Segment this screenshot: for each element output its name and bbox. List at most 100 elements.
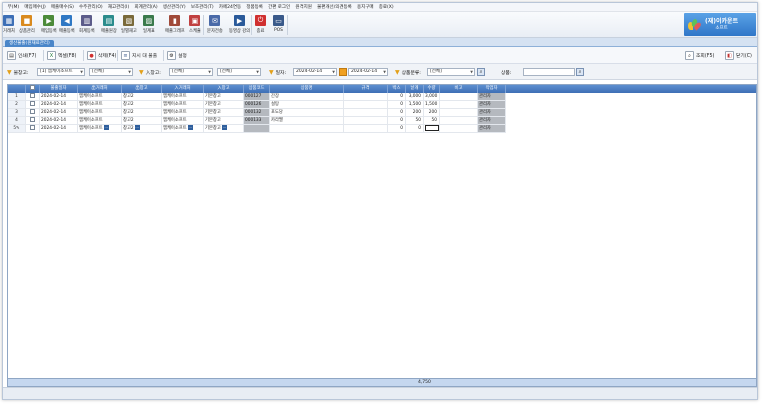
cell-worker: 관리자: [478, 109, 506, 117]
row-number-header[interactable]: [8, 85, 26, 93]
quantity-edit-input[interactable]: [425, 125, 439, 131]
toolbar-button[interactable]: ▤ 매출원장: [101, 14, 117, 36]
lookup-button[interactable]: …: [134, 125, 140, 130]
column-header[interactable]: 상품코드: [244, 85, 270, 93]
lookup-button[interactable]: …: [103, 125, 109, 130]
menu-item[interactable]: 용지구매: [354, 4, 376, 10]
checkbox[interactable]: [30, 85, 35, 90]
cell-worker: 관리자: [478, 117, 506, 125]
column-header[interactable]: 入창고: [204, 85, 244, 93]
box-icon: ■: [21, 15, 33, 26]
menu-item[interactable]: 카페24연동: [216, 4, 243, 10]
row-checkbox[interactable]: [30, 117, 35, 122]
toolbar-button[interactable]: ▥ 회계등록: [79, 14, 95, 36]
product-search-button[interactable]: ⌕: [576, 68, 584, 76]
in-warehouse-sub-select[interactable]: [전체]: [217, 68, 261, 76]
cell-qty: 50: [424, 117, 440, 125]
toolbar-button[interactable]: ◀ 매출등록: [59, 14, 75, 36]
cell-text: 0: [400, 118, 403, 123]
column-header[interactable]: 入거래처: [162, 85, 204, 93]
cell-qty: 3,000: [424, 93, 440, 101]
column-header[interactable]: 작업자: [478, 85, 506, 93]
category-select[interactable]: [전체]: [427, 68, 475, 76]
toolbar-button[interactable]: ▨ 일계표: [143, 14, 155, 36]
column-header[interactable]: 수량: [424, 85, 440, 93]
toolbar-button[interactable]: ▶ 매입등록: [41, 14, 57, 36]
print-button[interactable]: ▤ 인쇄(F7): [7, 50, 36, 61]
row-checkbox[interactable]: [30, 125, 35, 130]
toolbar-button[interactable]: ▦ 거래처: [3, 14, 15, 36]
out-warehouse-sub-select[interactable]: [전체]: [89, 68, 133, 76]
column-header[interactable]: 出거래처: [78, 85, 122, 93]
close-label: 닫기(C): [736, 54, 752, 59]
cell-worker: 관리자: [478, 93, 506, 101]
cell-out_cust: 엠케이소프트: [78, 93, 122, 101]
date-to-picker[interactable]: 2024-02-14: [348, 68, 388, 76]
cell-date: 2024-02-14: [40, 93, 78, 101]
menu-item[interactable]: 간편 로그인: [265, 4, 292, 10]
column-header[interactable]: 낱개: [406, 85, 424, 93]
category-search-button[interactable]: ⌕: [477, 68, 485, 76]
cell-in_wh: 기본창고: [204, 101, 244, 109]
menu-item[interactable]: 매입매수(J): [22, 4, 49, 10]
column-header[interactable]: 出창고: [122, 85, 162, 93]
menu-item[interactable]: 회계관리(A): [132, 4, 160, 10]
row-number: 2: [8, 101, 26, 109]
settings-icon: ⚙: [167, 51, 176, 60]
excel-button[interactable]: X 엑셀(F8): [47, 50, 76, 61]
row-checkbox[interactable]: [30, 101, 35, 106]
toolbar-button[interactable]: ▧ 일별재고: [121, 14, 137, 36]
in-warehouse-select[interactable]: [전체]: [169, 68, 213, 76]
toolbar-button[interactable]: ⏻ 종료: [255, 14, 266, 36]
toolbar-button[interactable]: ✉ 문자전송: [207, 14, 223, 36]
table-row[interactable]: 5✎ 2024-02-14 엠케이소프트… 창고2… 엠케이소프트… 기본창고… 0 0 관리자: [8, 125, 756, 133]
lookup-button[interactable]: …: [187, 125, 193, 130]
close-button[interactable]: ◧ 닫기(C): [725, 50, 752, 61]
lookup-button[interactable]: …: [221, 125, 227, 130]
column-header[interactable]: 규격: [344, 85, 388, 93]
toolbar-button[interactable]: ▮ 매출그래프: [165, 14, 185, 36]
menu-item[interactable]: 원격지원: [293, 4, 315, 10]
column-header[interactable]: 상품명: [270, 85, 344, 93]
cell-note: [440, 101, 478, 109]
toolbar-button-label: 문자전송: [207, 29, 223, 34]
search-button[interactable]: ⌕ 조회(F5): [685, 50, 714, 61]
menu-item[interactable]: 보조관리(T): [188, 4, 216, 10]
menu-item[interactable]: 불편개선/의견등록: [315, 4, 355, 10]
select-all-checkbox[interactable]: [26, 85, 40, 93]
toolbar-button[interactable]: ▣ 스케쥴: [189, 14, 201, 36]
column-header[interactable]: 불출일자: [40, 85, 78, 93]
stock-icon: ▧: [123, 15, 135, 26]
table-row[interactable]: 1 2024-02-14 엠케이소프트 창고2 엠케이소프트 기본창고 000127 간장 0 3…: [8, 93, 756, 101]
cell-text: 기본창고: [205, 118, 221, 123]
date-from-picker[interactable]: 2024-02-14: [293, 68, 337, 76]
delete-button[interactable]: ● 삭제(F4): [87, 50, 116, 61]
menu-item[interactable]: 종료(X): [376, 4, 396, 10]
product-input[interactable]: [523, 68, 575, 76]
column-header[interactable]: 비고: [440, 85, 478, 93]
toolbar-button[interactable]: ▭ POS: [273, 14, 284, 36]
cell-out_cust: 엠케이소프트: [78, 101, 122, 109]
cell-in_cust: 엠케이소프트: [162, 109, 204, 117]
table-row[interactable]: 3 2024-02-14 엠케이소프트 창고2 엠케이소프트 기본창고 000132 포도당 0…: [8, 109, 756, 117]
tab-production-issue[interactable]: 생산불출(원재료관리): [5, 40, 54, 47]
toolbar-button[interactable]: ▶ 동영상 강의: [229, 14, 250, 36]
table-row[interactable]: 2 2024-02-14 엠케이소프트 창고2 엠케이소프트 기본창고 000126 설탕 0 1…: [8, 101, 756, 109]
menu-item[interactable]: 생산관리(Y): [160, 4, 188, 10]
menu-item[interactable]: 수주관리(O): [76, 4, 105, 10]
toolbar-button[interactable]: ■ 상품관리: [19, 14, 35, 36]
instruction-issue-button[interactable]: ≡ 지시 대 불출: [121, 50, 157, 61]
settings-button[interactable]: ⚙ 설정: [167, 50, 187, 61]
row-checkbox[interactable]: [30, 109, 35, 114]
table-row[interactable]: 4 2024-02-14 엠케이소프트 창고2 엠케이소프트 기본창고 000133 카라멜 0…: [8, 117, 756, 125]
menu-item[interactable]: 정품등록: [244, 4, 266, 10]
menu-item[interactable]: 무(M): [5, 4, 22, 10]
column-header[interactable]: 박스: [388, 85, 406, 93]
date-range-button[interactable]: [339, 68, 347, 76]
cell-name: 간장: [270, 93, 344, 101]
toolbar-button-label: 종료: [256, 29, 265, 34]
menu-item[interactable]: 재고관리(I): [105, 4, 132, 10]
out-warehouse-select[interactable]: [1] 엠케이소프트: [37, 68, 85, 76]
row-checkbox[interactable]: [30, 93, 35, 98]
menu-item[interactable]: 매출매수(S): [48, 4, 76, 10]
